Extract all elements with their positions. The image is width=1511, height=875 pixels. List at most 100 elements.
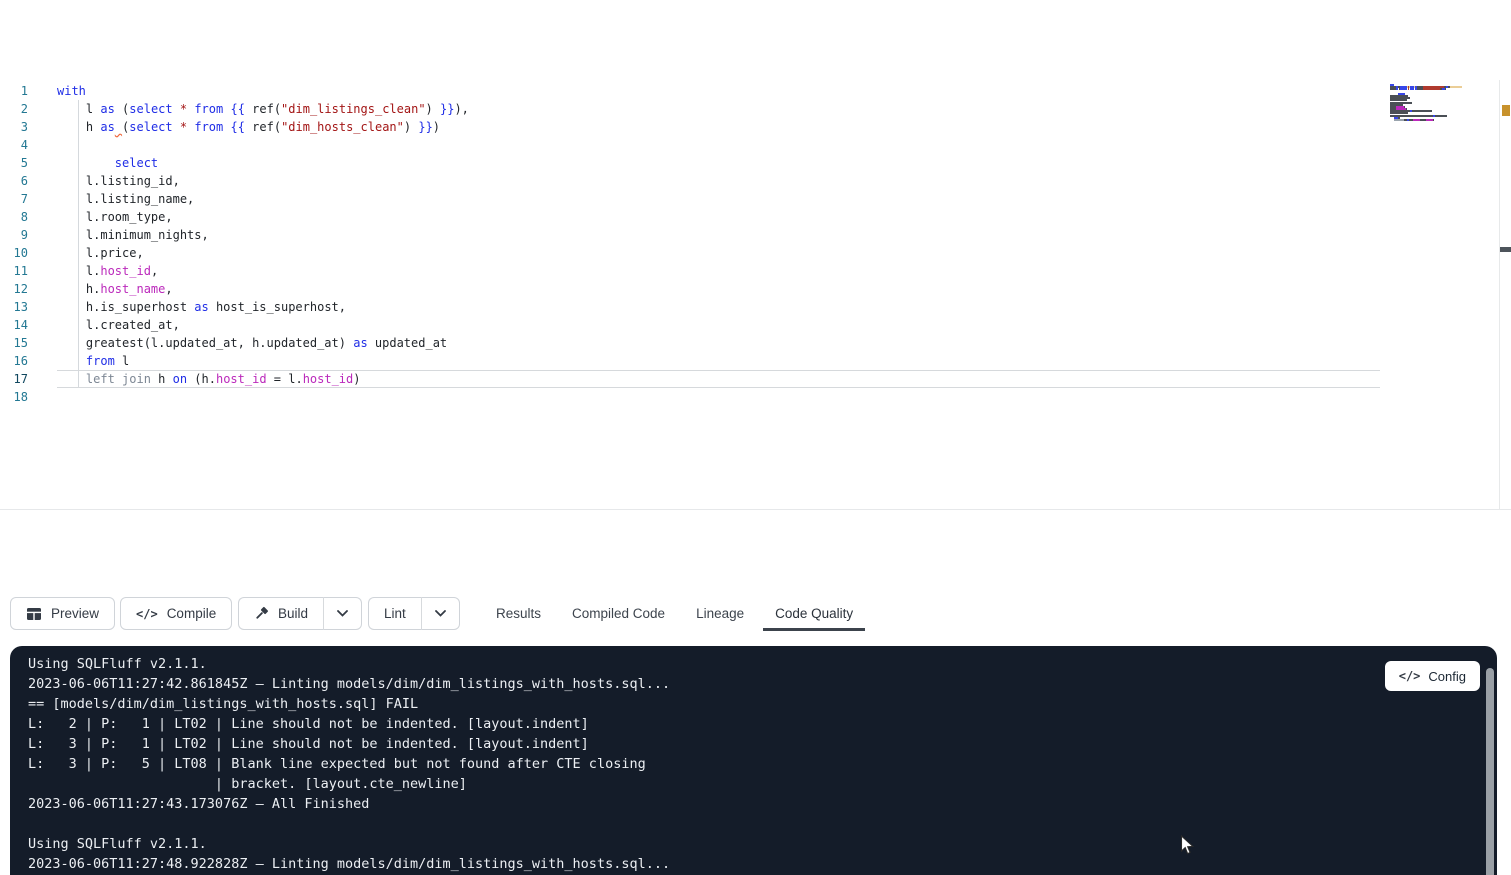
code-token: select bbox=[129, 102, 172, 116]
code-editor[interactable]: 123456789101112131415161718 with l as (s… bbox=[0, 80, 1511, 510]
code-token: , bbox=[151, 264, 158, 278]
terminal-line: 2023-06-06T11:27:48.922828Z — Linting mo… bbox=[28, 854, 1367, 874]
code-token: = l. bbox=[267, 372, 303, 386]
lint-button-group: Lint bbox=[368, 597, 460, 630]
terminal-line: L: 3 | P: 1 | LT02 | Line should not be … bbox=[28, 734, 1367, 754]
line-number: 11 bbox=[0, 262, 28, 280]
code-token: "dim_hosts_clean" bbox=[281, 120, 404, 134]
code-token: h.is_superhost bbox=[57, 300, 194, 314]
scroll-position-marker bbox=[1500, 247, 1511, 252]
action-toolbar: Preview </> Compile Build bbox=[0, 590, 1511, 636]
code-token: select bbox=[115, 156, 158, 170]
code-token: on bbox=[173, 372, 187, 386]
line-number: 6 bbox=[0, 172, 28, 190]
code-token: l.listing_id, bbox=[57, 174, 180, 188]
preview-label: Preview bbox=[51, 606, 99, 621]
code-token: l.created_at, bbox=[57, 318, 180, 332]
build-button-group: Build bbox=[238, 597, 362, 630]
code-token: l bbox=[115, 354, 129, 368]
code-token: select bbox=[129, 120, 172, 134]
code-token: as bbox=[353, 336, 367, 350]
config-label: Config bbox=[1428, 669, 1466, 684]
code-token: l.price, bbox=[57, 246, 144, 260]
minimap-token bbox=[1394, 119, 1403, 121]
code-pane[interactable]: with l as (select * from {{ ref("dim_lis… bbox=[57, 82, 1380, 406]
build-label: Build bbox=[278, 606, 308, 621]
config-button[interactable]: </> Config bbox=[1385, 661, 1480, 691]
code-token: {{ bbox=[230, 102, 244, 116]
code-token: ( bbox=[115, 102, 129, 116]
build-button[interactable]: Build bbox=[238, 597, 323, 630]
code-token: ) bbox=[353, 372, 360, 386]
code-line: greatest(l.updated_at, h.updated_at) as … bbox=[57, 334, 1380, 352]
code-token: l bbox=[57, 102, 100, 116]
code-token: ref( bbox=[245, 120, 281, 134]
line-number-gutter[interactable]: 123456789101112131415161718 bbox=[0, 82, 28, 406]
line-number: 16 bbox=[0, 352, 28, 370]
terminal-line: | bracket. [layout.cte_newline] bbox=[28, 774, 1367, 794]
code-token: host_id bbox=[100, 264, 151, 278]
code-line: l.minimum_nights, bbox=[57, 226, 1380, 244]
code-token: ) bbox=[433, 120, 440, 134]
result-tab-results[interactable]: Results bbox=[496, 606, 541, 621]
code-token: as bbox=[194, 300, 208, 314]
minimap-token bbox=[1413, 119, 1420, 121]
lint-warning-marker bbox=[1502, 105, 1510, 116]
code-line: from l bbox=[57, 352, 1380, 370]
minimap[interactable] bbox=[1390, 84, 1462, 123]
code-line: l.created_at, bbox=[57, 316, 1380, 334]
code-token: ref( bbox=[245, 102, 281, 116]
minimap-token bbox=[1448, 86, 1450, 88]
terminal-line: L: 3 | P: 5 | LT08 | Blank line expected… bbox=[28, 754, 1367, 774]
line-number: 15 bbox=[0, 334, 28, 352]
code-token: host_id bbox=[216, 372, 267, 386]
code-line: l.listing_name, bbox=[57, 190, 1380, 208]
code-line: h as (select * from {{ ref("dim_hosts_cl… bbox=[57, 118, 1380, 136]
preview-button[interactable]: Preview bbox=[10, 597, 115, 630]
code-token bbox=[173, 120, 180, 134]
minimap-token bbox=[1423, 88, 1441, 90]
line-number: 10 bbox=[0, 244, 28, 262]
result-tabs: Results Compiled Code Lineage Code Quality bbox=[496, 590, 853, 636]
code-line: with bbox=[57, 82, 1380, 100]
minimap-token bbox=[1412, 110, 1432, 112]
line-number: 5 bbox=[0, 154, 28, 172]
code-line bbox=[57, 136, 1380, 154]
code-token: updated_at bbox=[368, 336, 447, 350]
code-token bbox=[57, 354, 86, 368]
terminal-scrollbar[interactable] bbox=[1486, 668, 1494, 875]
result-tab-code-quality[interactable]: Code Quality bbox=[775, 606, 853, 621]
line-number: 9 bbox=[0, 226, 28, 244]
line-number: 13 bbox=[0, 298, 28, 316]
code-token bbox=[57, 372, 86, 386]
line-number: 18 bbox=[0, 388, 28, 406]
compile-button[interactable]: </> Compile bbox=[120, 597, 232, 630]
code-token: ), bbox=[454, 102, 468, 116]
line-number: 4 bbox=[0, 136, 28, 154]
lint-dropdown-button[interactable] bbox=[421, 597, 460, 630]
code-token: h bbox=[151, 372, 173, 386]
code-token: {{ bbox=[230, 120, 244, 134]
code-line: h.is_superhost as host_is_superhost, bbox=[57, 298, 1380, 316]
code-line: left join h on (h.host_id = l.host_id) bbox=[57, 370, 1380, 388]
lint-label: Lint bbox=[384, 606, 406, 621]
hammer-icon bbox=[254, 606, 269, 621]
code-token: l. bbox=[57, 264, 100, 278]
result-tab-compiled-code[interactable]: Compiled Code bbox=[572, 606, 665, 621]
code-token: host_is_superhost, bbox=[209, 300, 346, 314]
code-token: host_id bbox=[303, 372, 354, 386]
code-token: as bbox=[100, 102, 114, 116]
table-grid-icon bbox=[26, 607, 42, 621]
line-number: 14 bbox=[0, 316, 28, 334]
minimap-token bbox=[1433, 119, 1434, 121]
code-brackets-icon: </> bbox=[1399, 669, 1421, 683]
dbt-ide-window: no_nulls_in_columns.sqldim_listings_clea… bbox=[0, 80, 1511, 875]
terminal-line: == [models/dim/dim_listings_with_hosts.s… bbox=[28, 694, 1367, 714]
build-dropdown-button[interactable] bbox=[323, 597, 362, 630]
result-tab-lineage[interactable]: Lineage bbox=[696, 606, 744, 621]
terminal-line bbox=[28, 814, 1367, 834]
code-token: ) bbox=[426, 102, 440, 116]
lint-button[interactable]: Lint bbox=[368, 597, 421, 630]
code-token: h bbox=[57, 120, 100, 134]
chevron-down-icon bbox=[435, 610, 446, 617]
